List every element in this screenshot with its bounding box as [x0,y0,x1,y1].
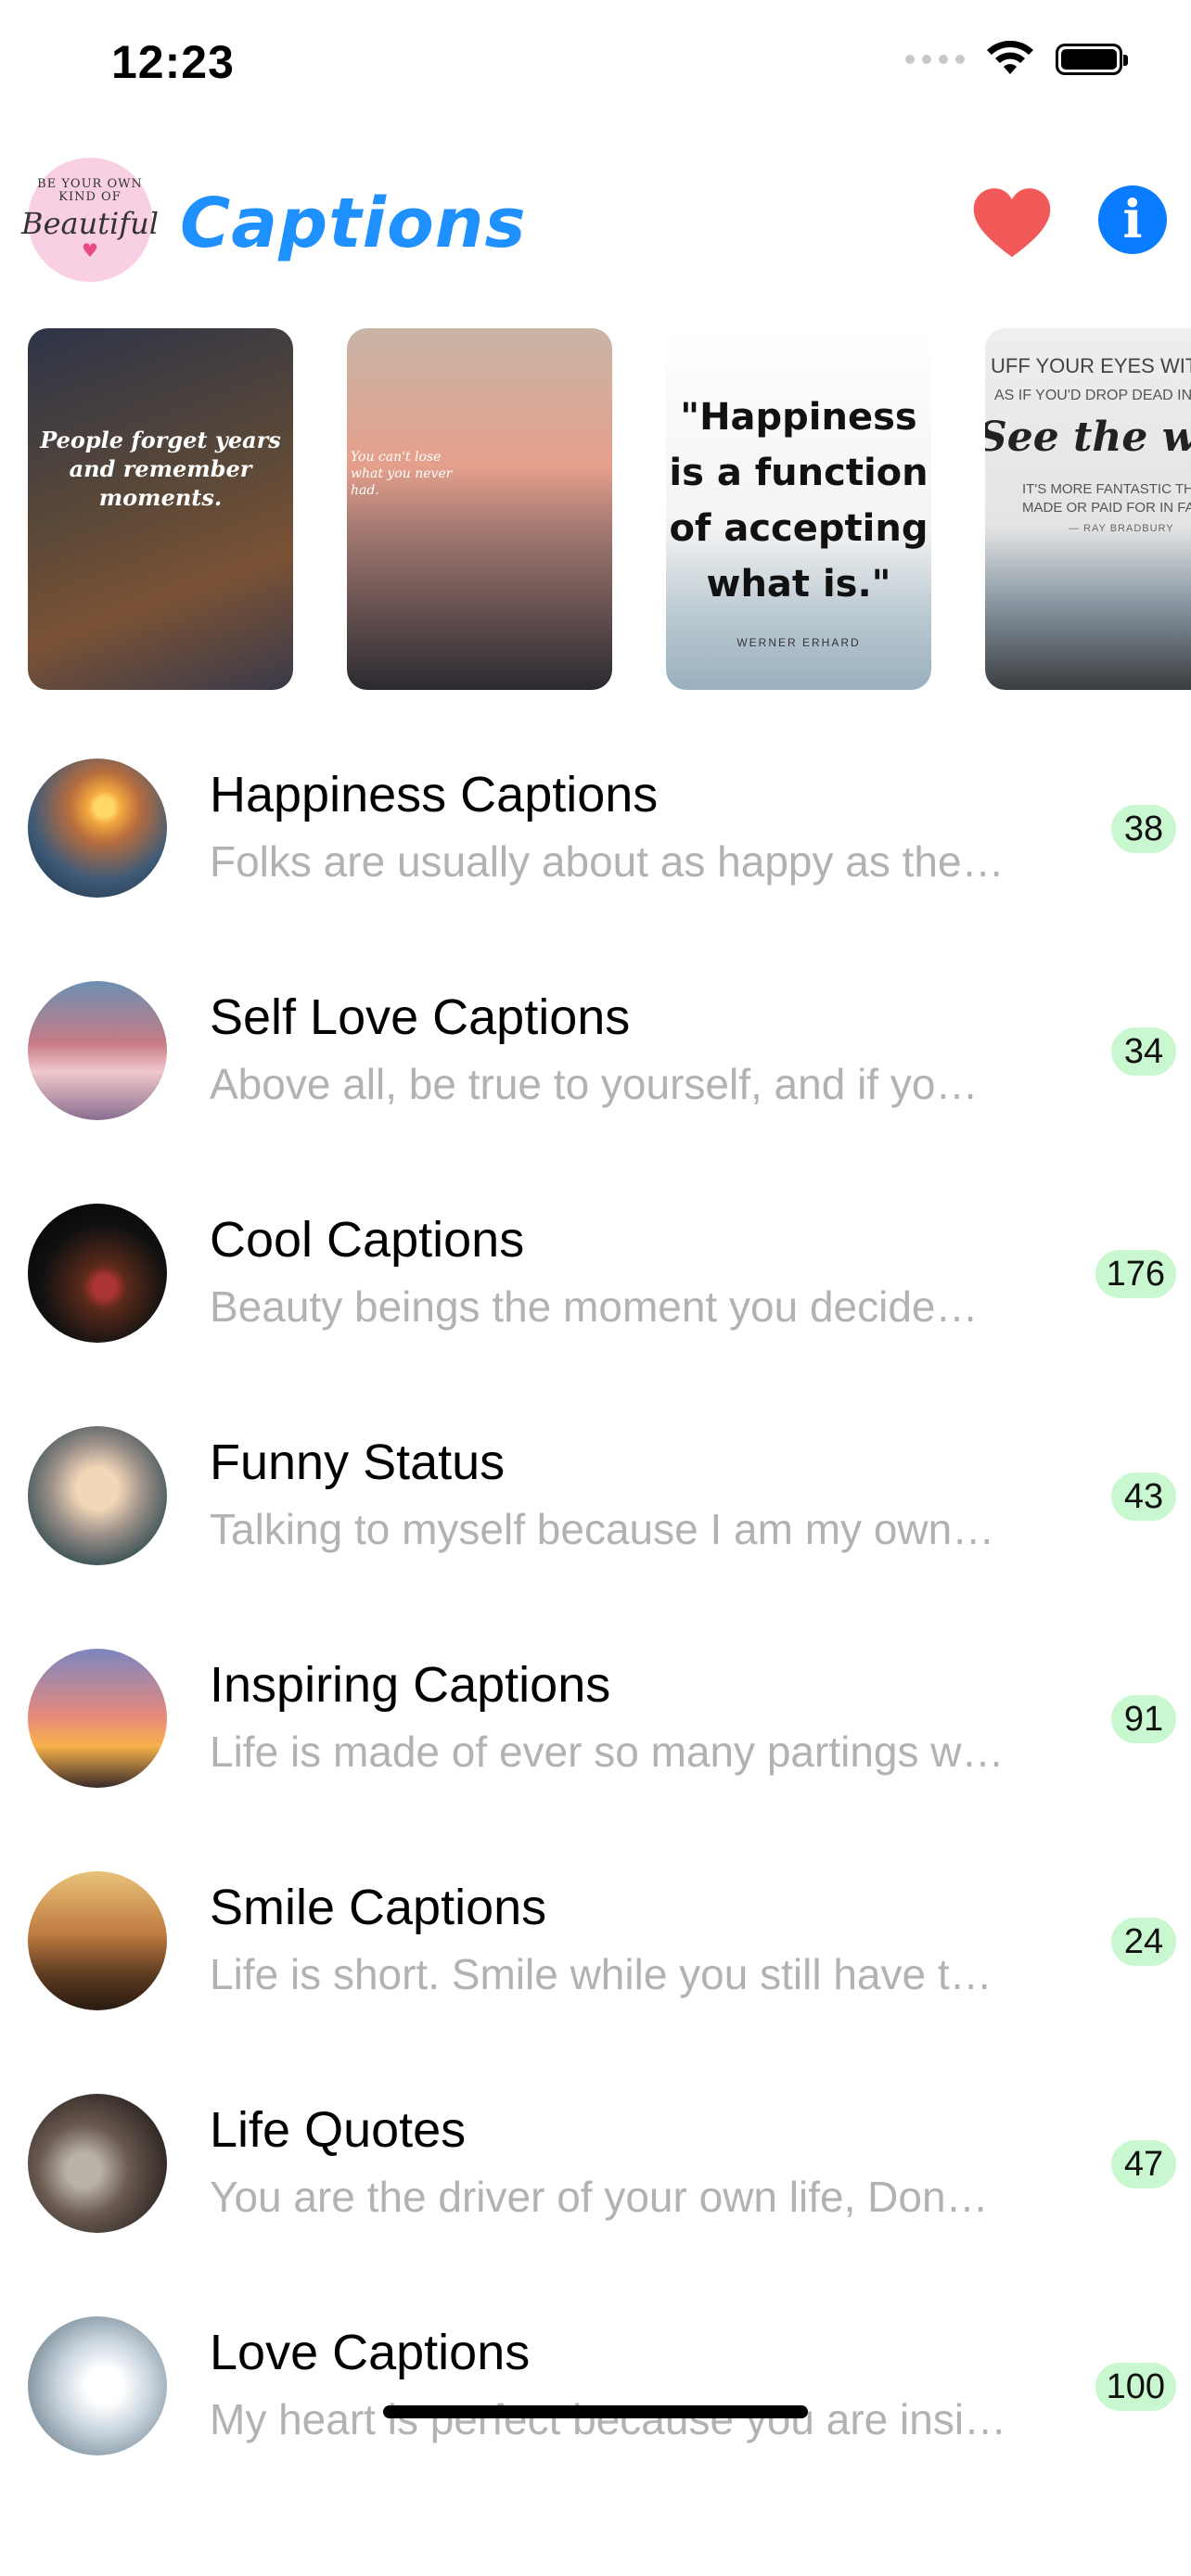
quote-card-text: You can't lose what you never had. [351,450,453,498]
list-item[interactable]: Smile Captions Life is short. Smile whil… [0,1855,1191,2077]
logo-heart-icon: ♥ [82,239,98,261]
logo-line1: BE YOUR OWN [37,177,143,191]
quote-card-3[interactable]: "Happiness is a function of accepting wh… [666,328,931,690]
quote-card-text: "Happiness is a function of accepting wh… [669,396,928,606]
category-preview: Folks are usually about as happy as the… [210,837,1005,886]
signal-icon [905,55,965,64]
category-list: Happiness Captions Folks are usually abo… [0,742,1191,2522]
category-title: Love Captions [210,2325,531,2380]
list-item[interactable]: Funny Status Talking to myself because I… [0,1409,1191,1632]
count-badge: 100 [1095,2363,1176,2411]
category-preview: Beauty beings the moment you decide… [210,1282,979,1331]
quote-card-text: People forget years and remember moments… [40,427,281,511]
category-thumbnail [28,2316,167,2455]
battery-icon [1056,44,1128,75]
logo-line2: KIND OF [58,190,122,204]
category-preview: Above all, be true to yourself, and if y… [210,1060,979,1108]
count-badge: 176 [1095,1250,1176,1298]
status-time: 12:23 [111,36,235,88]
list-item[interactable]: Cool Captions Beauty beings the moment y… [0,1187,1191,1409]
category-title: Funny Status [210,1435,506,1490]
category-title: Life Quotes [210,2102,467,2158]
wifi-icon [987,41,1033,74]
quote-card-1[interactable]: People forget years and remember moments… [28,328,293,690]
quote-card-text: IT'S MORE FANTASTIC THAN ANY MADE OR PAI… [1022,480,1191,517]
category-thumbnail [28,1204,167,1343]
category-thumbnail [28,2094,167,2233]
list-item[interactable]: Life Quotes You are the driver of your o… [0,2077,1191,2300]
category-title: Inspiring Captions [210,1657,611,1713]
category-thumbnail [28,1649,167,1788]
quote-card-text: IT'S MORE FANTASTIC THAN ANY [1022,481,1191,497]
category-thumbnail [28,1871,167,2010]
category-preview: My heart is perfect because you are insi… [210,2395,1007,2443]
heart-icon[interactable] [972,184,1052,263]
quote-card-text: UFF YOUR EYES WITH [991,354,1191,377]
quote-card-text: AS IF YOU'D DROP DEAD IN [994,388,1191,403]
category-title: Self Love Captions [210,989,631,1045]
count-badge: 43 [1111,1473,1176,1521]
status-icons [905,41,1128,78]
category-title: Happiness Captions [210,767,659,823]
home-indicator[interactable] [383,2405,808,2418]
count-badge: 34 [1111,1027,1176,1076]
list-item[interactable]: Inspiring Captions Life is made of ever … [0,1632,1191,1855]
category-preview: Talking to myself because I am my own… [210,1505,995,1553]
info-icon[interactable]: i [1098,185,1167,254]
quote-card-author: WERNER ERHARD [736,636,861,649]
quote-card-4[interactable]: UFF YOUR EYES WITH AS IF YOU'D DROP DEAD… [985,328,1191,690]
category-title: Cool Captions [210,1212,525,1268]
logo-word: Beautiful [21,206,159,241]
list-item[interactable]: Happiness Captions Folks are usually abo… [0,742,1191,964]
page-title: Captions [180,184,527,263]
count-badge: 47 [1111,2140,1176,2188]
list-item[interactable]: Self Love Captions Above all, be true to… [0,964,1191,1187]
category-title: Smile Captions [210,1880,547,1935]
category-preview: Life is made of ever so many partings w… [210,1728,1005,1776]
quote-card-2[interactable]: You can't lose what you never had. [347,328,612,690]
category-thumbnail [28,981,167,1120]
category-preview: Life is short. Smile while you still hav… [210,1950,992,1998]
category-preview: You are the driver of your own life, Don… [210,2173,989,2221]
count-badge: 38 [1111,805,1176,853]
category-thumbnail [28,1426,167,1565]
count-badge: 24 [1111,1918,1176,1966]
count-badge: 91 [1111,1695,1176,1743]
category-thumbnail [28,759,167,898]
app-logo: BE YOUR OWN KIND OF Beautiful ♥ [21,158,159,282]
quote-card-author: — RAY BRADBURY [1069,523,1174,534]
quote-card-text: See the wor [985,414,1191,461]
quote-card-text: MADE OR PAID FOR IN FACT [1022,500,1191,516]
